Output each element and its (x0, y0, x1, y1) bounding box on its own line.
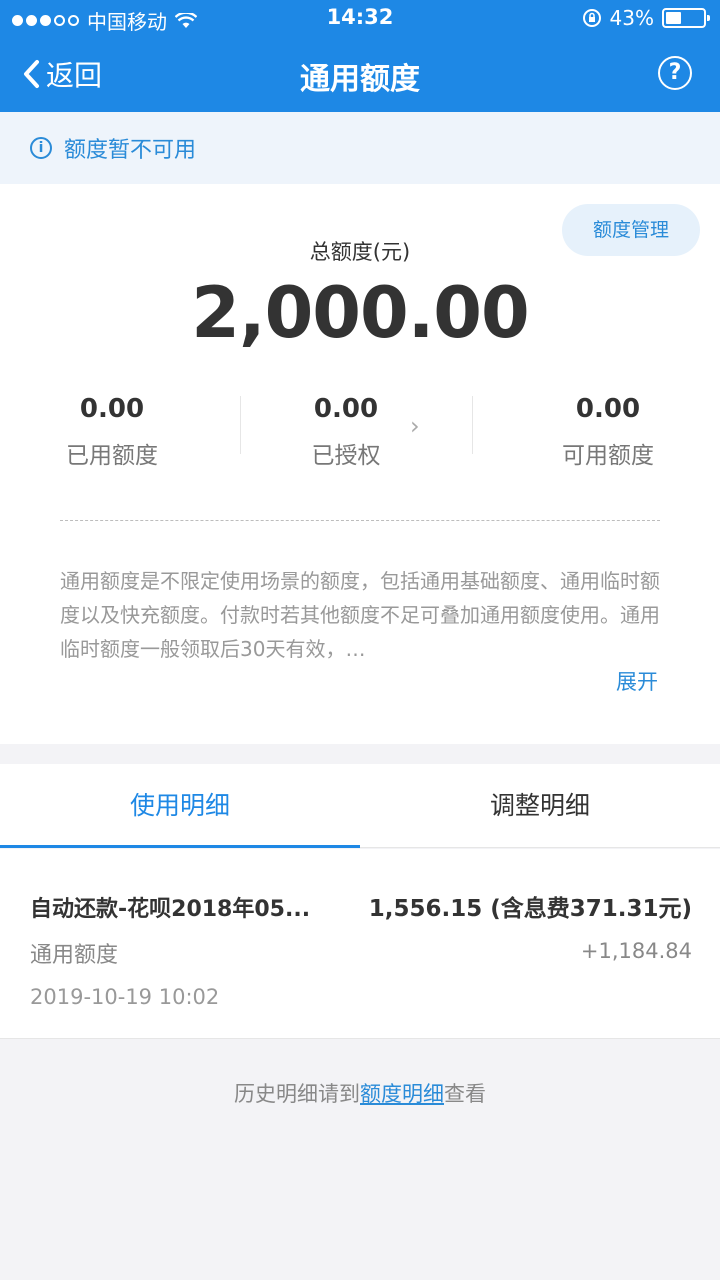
total-quota-label: 总额度(元) (309, 240, 411, 264)
record-delta: +1,184.84 (580, 939, 692, 963)
help-icon[interactable]: ? (658, 56, 692, 90)
stat-used: 0.00 已用额度 (12, 390, 212, 470)
screen: 中国移动 14:32 43% 返回 通用额度 ? i 额度暂不可用 额度管理 总… (0, 0, 720, 1280)
stat-used-value: 0.00 (79, 394, 145, 424)
battery-icon (662, 8, 710, 28)
history-suffix: 查看 (444, 1082, 486, 1106)
stat-divider (472, 396, 473, 454)
notice-text: 额度暂不可用 (64, 138, 197, 163)
total-quota-value: 2,000.00 (191, 272, 529, 354)
chevron-right-icon[interactable]: › (410, 412, 420, 440)
status-bar: 中国移动 14:32 43% (0, 0, 720, 36)
page-title: 通用额度 (300, 62, 420, 97)
history-prefix: 历史明细请到 (234, 1082, 360, 1106)
credit-card-panel: 额度管理 总额度(元) 2,000.00 0.00 已用额度 0.00 已授权 … (0, 184, 720, 744)
notice-banner: i 额度暂不可用 (0, 112, 720, 184)
nav-bar: 返回 通用额度 ? (0, 36, 720, 112)
detail-tabs: 使用明细 调整明细 (0, 764, 720, 848)
history-note: 历史明细请到额度明细查看 (0, 1078, 720, 1108)
stat-available-value: 0.00 (575, 394, 641, 424)
list-item[interactable]: 自动还款-花呗2018年05... 1,556.15 (含息费371.31元) … (0, 849, 720, 1039)
expand-link[interactable]: 展开 (616, 666, 658, 696)
top-bar: 中国移动 14:32 43% 返回 通用额度 ? (0, 0, 720, 112)
quota-detail-link[interactable]: 额度明细 (360, 1082, 444, 1106)
record-title: 自动还款-花呗2018年05... (30, 897, 311, 922)
active-tab-indicator (0, 845, 360, 848)
stat-divider (240, 396, 241, 454)
tab-adjustment-detail[interactable]: 调整明细 (360, 764, 720, 848)
record-time: 2019-10-19 10:02 (30, 985, 220, 1009)
stat-used-label: 已用额度 (66, 443, 158, 469)
quota-description: 通用额度是不限定使用场景的额度，包括通用基础额度、通用临时额度以及快充额度。付款… (60, 569, 660, 661)
status-right: 43% (582, 6, 710, 30)
info-icon: i (30, 137, 52, 159)
record-amount: 1,556.15 (含息费371.31元) (368, 896, 692, 922)
record-type: 通用额度 (30, 943, 119, 968)
dashed-divider (60, 520, 660, 521)
stat-available-label: 可用额度 (562, 443, 654, 469)
tab-usage-detail[interactable]: 使用明细 (0, 764, 360, 848)
stat-authorized-label: 已授权 (311, 443, 381, 469)
quota-stats: 0.00 已用额度 0.00 已授权 › 0.00 可用额度 (0, 390, 720, 470)
battery-percent: 43% (609, 6, 654, 30)
rotation-lock-icon (582, 9, 601, 27)
stat-available: 0.00 可用额度 (508, 390, 708, 470)
